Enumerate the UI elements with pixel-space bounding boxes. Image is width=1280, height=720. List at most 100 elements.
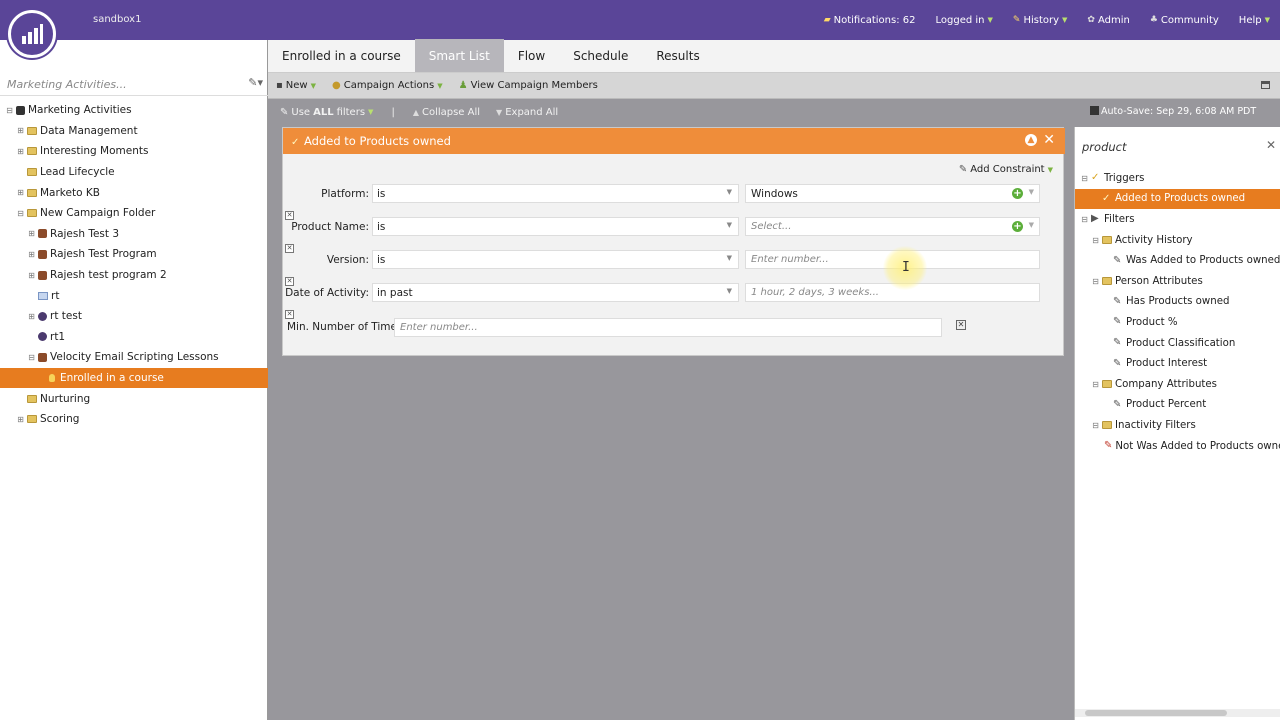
- tree-item[interactable]: ⊞ Rajesh Test Program: [0, 244, 268, 265]
- tree-item[interactable]: ⊟ New Campaign Folder: [0, 203, 268, 224]
- campaign-actions-button[interactable]: ● Campaign Actions ▼: [324, 80, 451, 91]
- tree-item[interactable]: rt1: [0, 327, 268, 348]
- marketo-logo[interactable]: [8, 10, 56, 58]
- view-campaign-members-button[interactable]: ♟ View Campaign Members: [451, 80, 606, 91]
- value-input[interactable]: Windows + ▼: [745, 184, 1040, 203]
- close-icon[interactable]: ✕: [1043, 132, 1055, 148]
- expand-toggle-icon[interactable]: ⊞: [16, 126, 25, 135]
- filter-card-header[interactable]: ✓ Added to Products owned: [283, 128, 1065, 154]
- use-all-filters-menu[interactable]: ✎ Use ALL filters ▼: [272, 107, 381, 118]
- marketing-activities-tree: ⊟ Marketing Activities ⊞ Data Management ⊞ In…: [0, 100, 268, 430]
- palette-item[interactable]: ✎ Not Was Added to Products owned: [1075, 436, 1280, 457]
- add-value-icon[interactable]: +: [1012, 188, 1023, 199]
- workspace-name[interactable]: sandbox1: [93, 14, 141, 25]
- operator-select[interactable]: is ▼: [372, 217, 739, 236]
- palette-item[interactable]: ⊟ ▶ Filters: [1075, 209, 1280, 230]
- expand-toggle-icon[interactable]: ⊟: [1091, 421, 1100, 430]
- expand-toggle-icon[interactable]: ⊟: [1091, 277, 1100, 286]
- palette-item[interactable]: ⊟ Inactivity Filters: [1075, 415, 1280, 436]
- palette-item[interactable]: ✎ Has Products owned: [1075, 292, 1280, 313]
- expand-toggle-icon[interactable]: ⊞: [27, 271, 36, 280]
- palette-item[interactable]: ⊟ Person Attributes: [1075, 271, 1280, 292]
- tree-item-selected[interactable]: Enrolled in a course: [0, 367, 268, 389]
- operator-select[interactable]: is ▼: [372, 184, 739, 203]
- tree-item-label: Velocity Email Scripting Lessons: [50, 351, 219, 364]
- topnav-item-admin[interactable]: ✿ Admin: [1077, 15, 1139, 26]
- palette-item[interactable]: ⊟ Activity History: [1075, 230, 1280, 251]
- expand-toggle-icon[interactable]: ⊞: [27, 229, 36, 238]
- tab-smart-list[interactable]: Smart List: [414, 39, 504, 72]
- tree-item[interactable]: ⊞ Rajesh test program 2: [0, 265, 268, 286]
- tree-item[interactable]: ⊞ Rajesh Test 3: [0, 224, 268, 245]
- value-input[interactable]: Select... + ▼: [745, 217, 1040, 236]
- tree-item[interactable]: ⊞ Data Management: [0, 121, 268, 142]
- expand-toggle-icon[interactable]: ⊟: [1091, 380, 1100, 389]
- tree-item[interactable]: Nurturing: [0, 388, 268, 409]
- expand-toggle-icon[interactable]: ⊞: [27, 312, 36, 321]
- remove-min-times-icon[interactable]: ✕: [956, 320, 966, 330]
- remove-constraint-icon[interactable]: ✕: [285, 244, 294, 253]
- expand-toggle-icon[interactable]: ⊞: [16, 147, 25, 156]
- expand-toggle-icon[interactable]: ⊟: [1091, 236, 1100, 245]
- expand-toggle-icon[interactable]: ⊟: [1080, 215, 1089, 224]
- folder-icon: [27, 168, 37, 177]
- tree-item[interactable]: ⊟ Marketing Activities: [0, 100, 268, 121]
- palette-search[interactable]: product ✕: [1075, 135, 1280, 159]
- palette-item[interactable]: ✎ Product Classification: [1075, 333, 1280, 354]
- clear-search-icon[interactable]: ✕: [1266, 138, 1276, 152]
- add-value-icon[interactable]: +: [1012, 221, 1023, 232]
- expand-toggle-icon[interactable]: ⊞: [27, 250, 36, 259]
- expand-toggle-icon[interactable]: ⊞: [16, 188, 25, 197]
- remove-constraint-icon[interactable]: ✕: [285, 211, 294, 220]
- move-up-icon[interactable]: ▲: [1025, 134, 1037, 146]
- tree-search[interactable]: Marketing Activities... ✎▾: [0, 72, 268, 96]
- topnav-item-community[interactable]: ♣ Community: [1140, 15, 1229, 26]
- palette-item[interactable]: ✎ Product Interest: [1075, 353, 1280, 374]
- expand-toggle-icon[interactable]: ⊟: [5, 106, 14, 115]
- chevron-down-icon[interactable]: ▼: [1029, 221, 1034, 229]
- remove-constraint-icon[interactable]: ✕: [285, 277, 294, 286]
- tree-search-placeholder[interactable]: Marketing Activities...: [7, 78, 127, 91]
- palette-search-value[interactable]: product: [1082, 140, 1126, 154]
- tree-item[interactable]: ⊞ Interesting Moments: [0, 141, 268, 162]
- expand-toggle-icon[interactable]: ⊟: [27, 353, 36, 362]
- tree-item[interactable]: ⊞ rt test: [0, 306, 268, 327]
- expand-toggle-icon[interactable]: ⊟: [16, 209, 25, 218]
- maximize-icon[interactable]: [1261, 81, 1270, 89]
- min-times-input[interactable]: Enter number...: [394, 318, 942, 337]
- tab-schedule[interactable]: Schedule: [559, 39, 642, 72]
- horizontal-scrollbar[interactable]: [1075, 709, 1280, 717]
- palette-item-selected[interactable]: ✓ Added to Products owned: [1075, 188, 1280, 210]
- expand-toggle-icon[interactable]: ⊟: [1080, 174, 1089, 183]
- add-constraint-button[interactable]: ✎ Add Constraint ▼: [959, 164, 1053, 175]
- collapse-all-button[interactable]: ▲ Collapse All: [405, 107, 488, 118]
- tab-flow[interactable]: Flow: [504, 39, 559, 72]
- tree-item[interactable]: ⊞ Marketo KB: [0, 182, 268, 203]
- tree-tools-icon[interactable]: ✎▾: [248, 76, 263, 89]
- tab-results[interactable]: Results: [642, 39, 713, 72]
- chevron-down-icon[interactable]: ▼: [1029, 188, 1034, 196]
- palette-item[interactable]: ✎ Product %: [1075, 312, 1280, 333]
- topnav-item-help[interactable]: Help ▼: [1229, 15, 1280, 26]
- tab-enrolled-in-a-course[interactable]: Enrolled in a course: [268, 39, 415, 72]
- topnav-item-history[interactable]: ✎ History ▼: [1003, 15, 1078, 26]
- new-menu-button[interactable]: ▪ New ▼: [268, 80, 324, 91]
- topnav-item-notifications[interactable]: ▰ Notifications: 62: [814, 15, 926, 26]
- palette-item[interactable]: ⊟ ✓ Triggers: [1075, 168, 1280, 189]
- tree-item[interactable]: Lead Lifecycle: [0, 162, 268, 183]
- tree-item[interactable]: ⊞ Scoring: [0, 409, 268, 430]
- palette-item[interactable]: ✎ Was Added to Products owned: [1075, 250, 1280, 271]
- expand-toggle-icon[interactable]: ⊞: [16, 415, 25, 424]
- palette-item[interactable]: ✎ Product Percent: [1075, 395, 1280, 416]
- operator-select[interactable]: in past ▼: [372, 283, 739, 302]
- tree-item[interactable]: ⊟ Velocity Email Scripting Lessons: [0, 347, 268, 368]
- folder-icon: [1102, 380, 1112, 389]
- remove-constraint-icon[interactable]: ✕: [285, 310, 294, 319]
- operator-select[interactable]: is ▼: [372, 250, 739, 269]
- tree-item[interactable]: rt: [0, 285, 268, 306]
- program-icon: [38, 229, 47, 239]
- scrollbar-thumb[interactable]: [1085, 710, 1227, 716]
- expand-all-button[interactable]: ▼ Expand All: [488, 107, 566, 118]
- palette-item[interactable]: ⊟ Company Attributes: [1075, 374, 1280, 395]
- topnav-item-logged-in[interactable]: Logged in ▼: [925, 15, 1002, 26]
